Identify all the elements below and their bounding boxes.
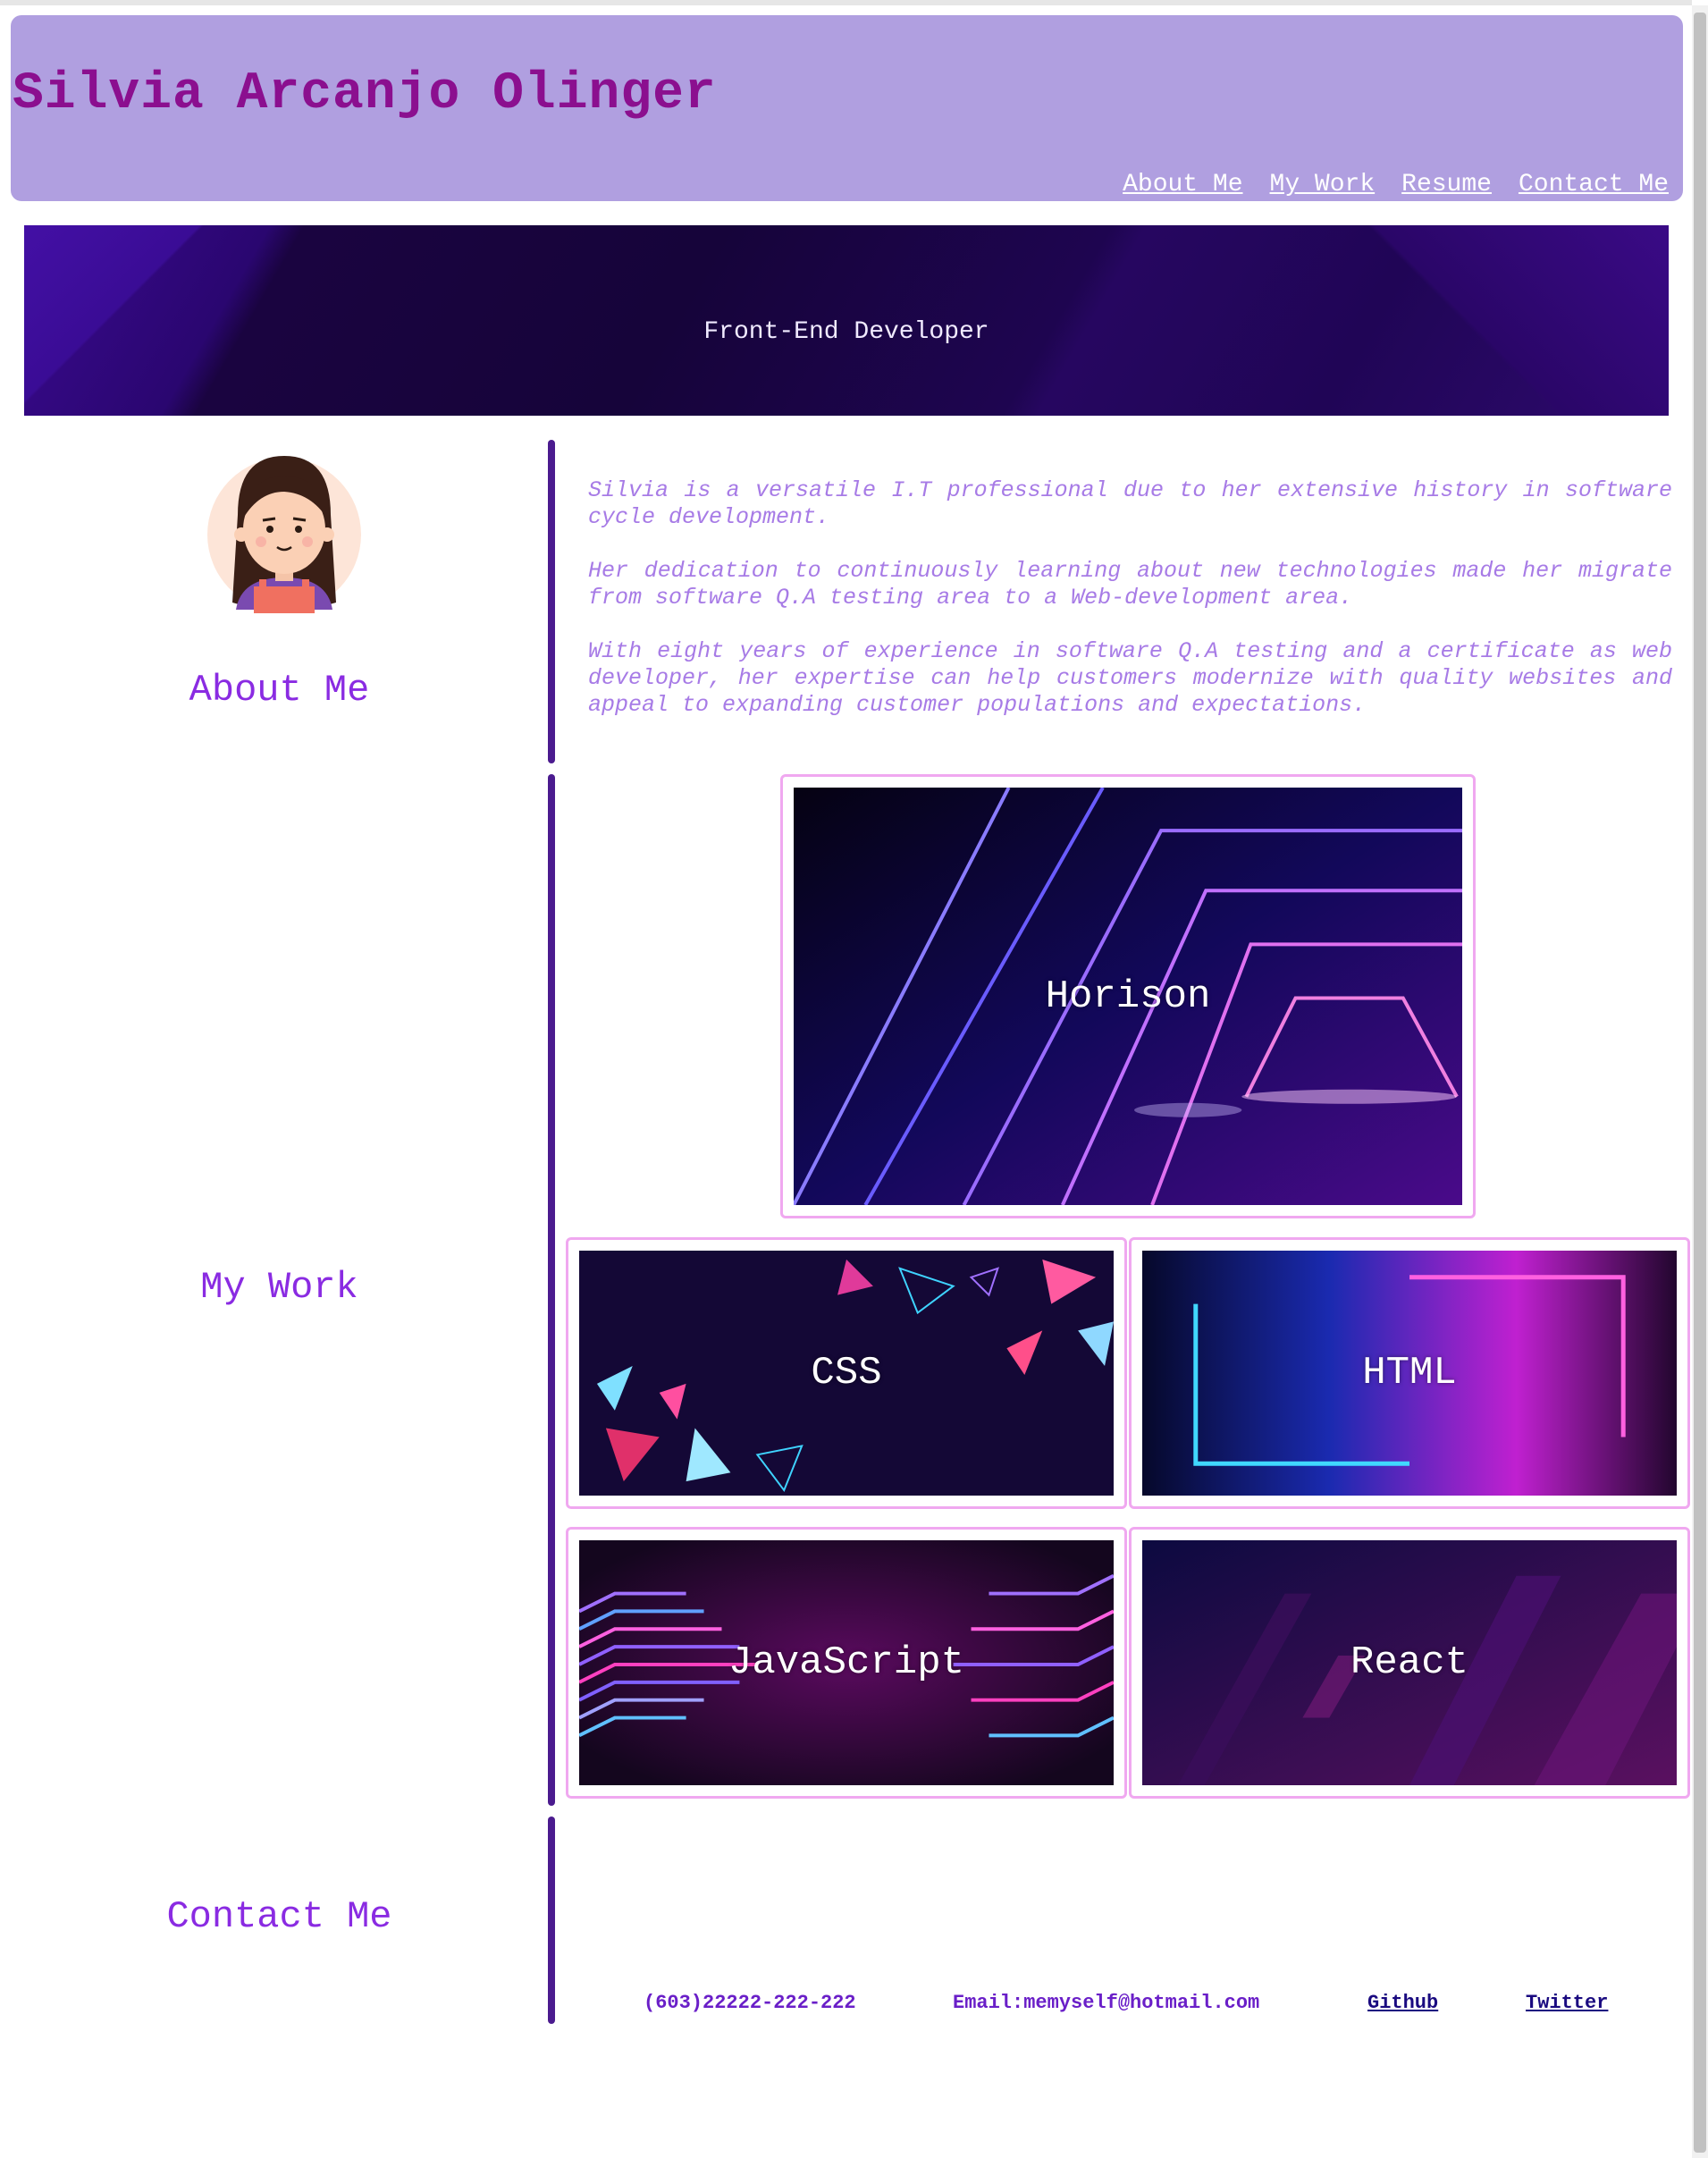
about-paragraph: Silvia is a versatile I.T professional d…	[588, 477, 1672, 530]
about-paragraph: With eight years of experience in softwa…	[588, 638, 1672, 718]
vertical-scrollbar[interactable]	[1692, 5, 1708, 2158]
nav-about-me[interactable]: About Me	[1123, 171, 1242, 198]
contact-email[interactable]: Email:memyself@hotmail.com	[953, 1992, 1259, 2014]
project-card-javascript[interactable]: JavaScript	[566, 1527, 1127, 1799]
project-thumbnail: CSS	[579, 1251, 1114, 1496]
site-header: Silvia Arcanjo Olinger About Me My Work …	[11, 15, 1683, 201]
project-thumbnail: React	[1142, 1540, 1677, 1785]
project-title: HTML	[1362, 1351, 1457, 1395]
section-divider-contact	[548, 1817, 555, 2024]
project-card-horison[interactable]: Horison	[780, 774, 1476, 1218]
section-label-work: My Work	[200, 1266, 358, 1309]
project-title: CSS	[811, 1351, 882, 1395]
project-title: Horison	[1045, 974, 1211, 1019]
main-nav: About Me My Work Resume Contact Me	[1123, 171, 1669, 198]
scrollbar-thumb[interactable]	[1694, 13, 1706, 2153]
section-label-about: About Me	[189, 669, 370, 712]
avatar	[206, 452, 363, 613]
hero-banner: Front-End Developer	[24, 225, 1669, 416]
site-title: Silvia Arcanjo Olinger	[13, 65, 717, 123]
twitter-link[interactable]: Twitter	[1526, 1992, 1608, 2014]
contact-phone: (603)22222-222-222	[644, 1992, 856, 2014]
about-paragraph: Her dedication to continuously learning …	[588, 558, 1672, 611]
top-border	[0, 0, 1692, 5]
project-card-css[interactable]: CSS	[566, 1237, 1127, 1509]
project-card-react[interactable]: React	[1129, 1527, 1690, 1799]
nav-my-work[interactable]: My Work	[1270, 171, 1376, 198]
project-thumbnail: HTML	[1142, 1251, 1677, 1496]
section-divider-about	[548, 440, 555, 763]
nav-resume[interactable]: Resume	[1401, 171, 1492, 198]
section-divider-work	[548, 774, 555, 1806]
hero-subtitle: Front-End Developer	[703, 318, 989, 346]
section-label-contact: Contact Me	[166, 1895, 392, 1938]
project-title: JavaScript	[728, 1640, 965, 1685]
project-card-html[interactable]: HTML	[1129, 1237, 1690, 1509]
github-link[interactable]: Github	[1367, 1992, 1438, 2014]
project-thumbnail: JavaScript	[579, 1540, 1114, 1785]
avatar-illustration	[207, 456, 361, 613]
project-title: React	[1350, 1640, 1469, 1685]
project-thumbnail: Horison	[794, 788, 1462, 1205]
about-text: Silvia is a versatile I.T professional d…	[588, 477, 1672, 746]
nav-contact-me[interactable]: Contact Me	[1519, 171, 1669, 198]
